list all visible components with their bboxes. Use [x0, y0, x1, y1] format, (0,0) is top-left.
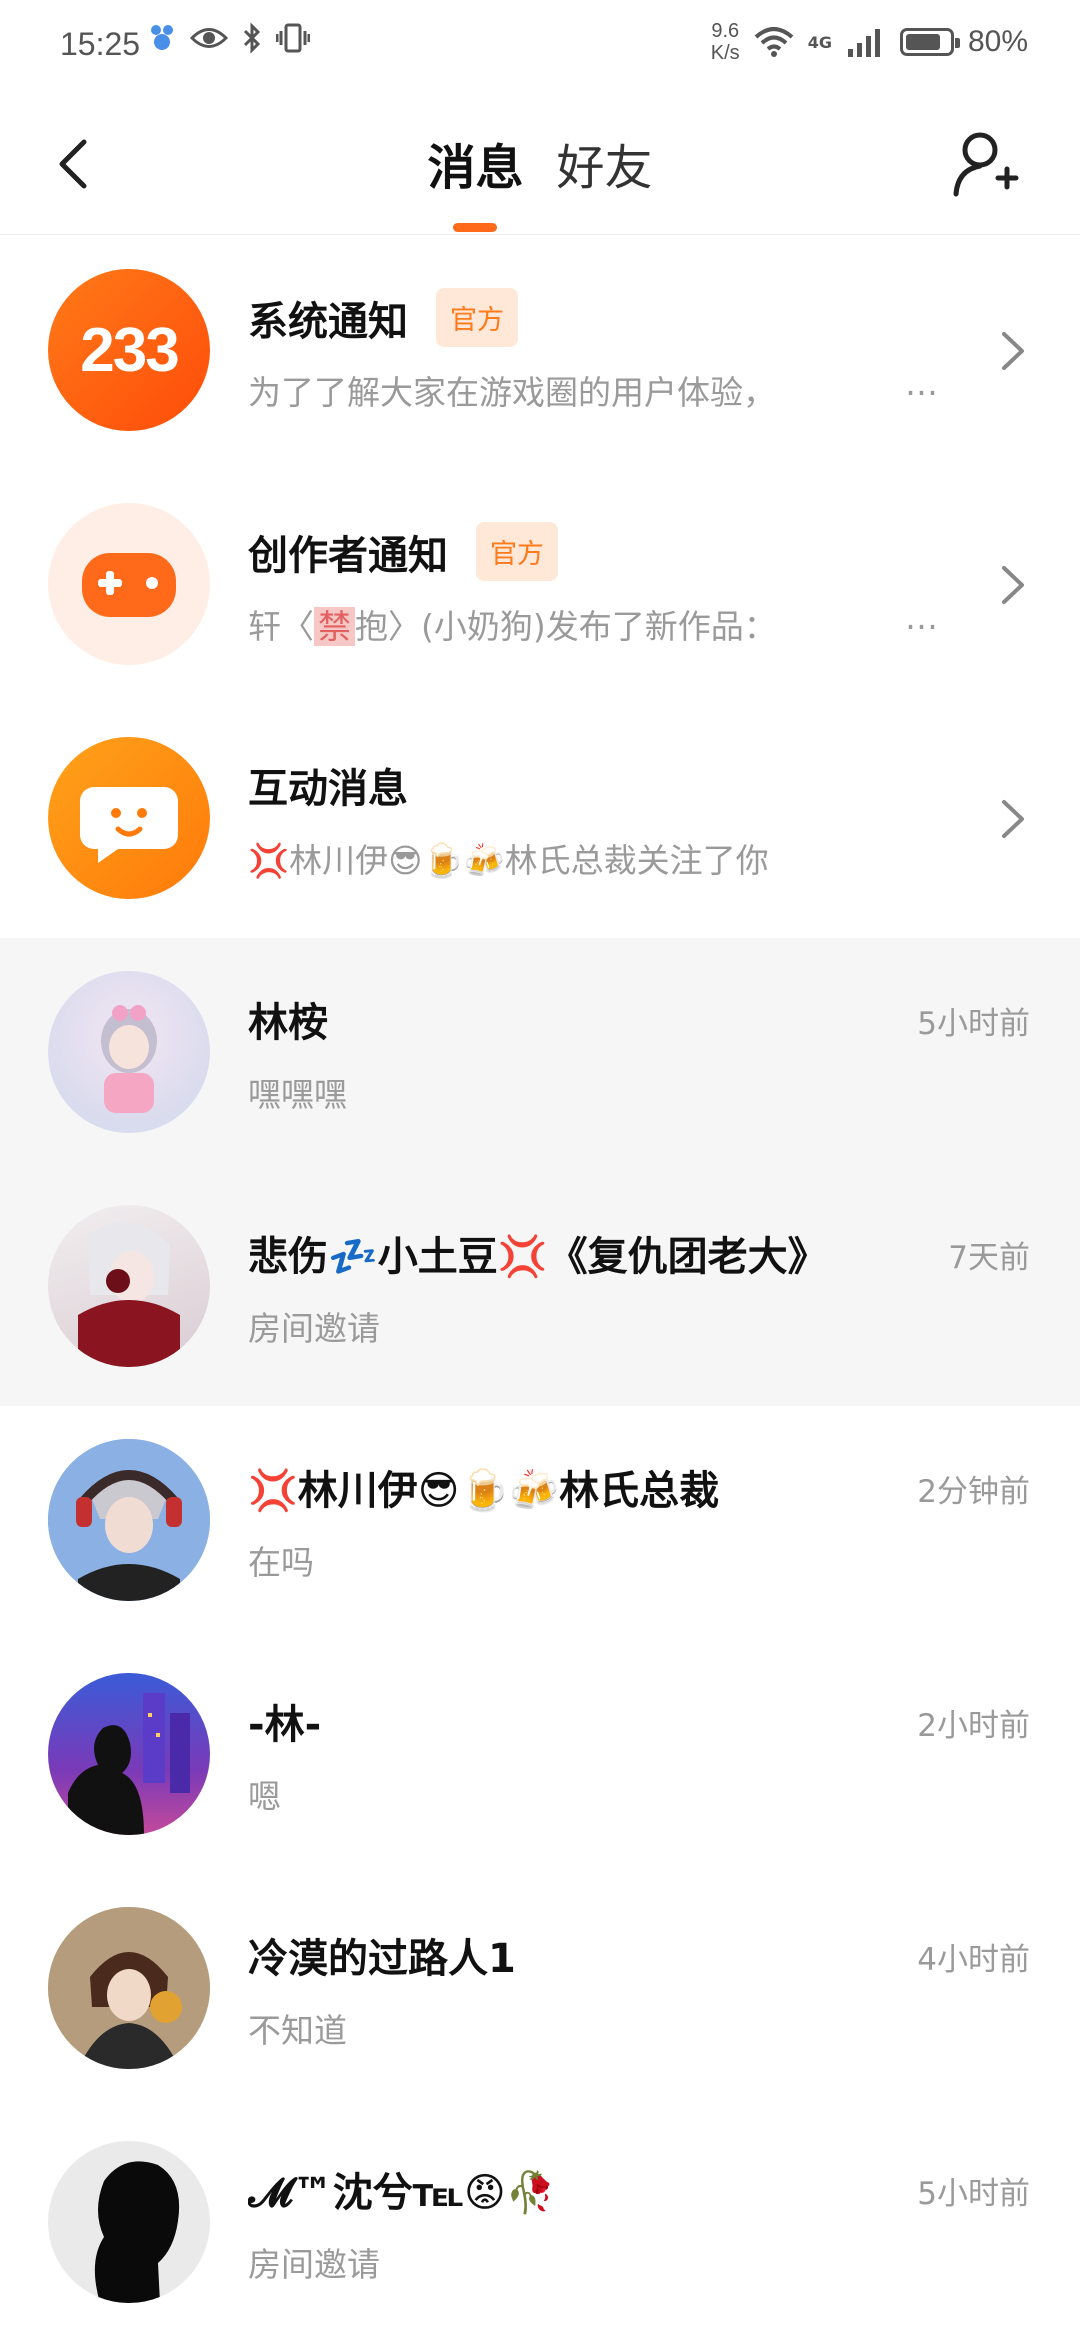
- chat-row[interactable]: 𝓜™沈兮℡😡🥀 房间邀请 5小时前: [0, 2108, 1080, 2342]
- avatar: [48, 971, 210, 1133]
- chat-name: 冷漠的过路人1: [248, 1936, 516, 1982]
- app-notification-icon: [151, 25, 173, 50]
- row-title: 系统通知 官方: [248, 288, 518, 347]
- chat-preview: 不知道: [248, 2011, 347, 2050]
- chat-preview: 房间邀请: [248, 1309, 380, 1348]
- creator-notification-avatar: [48, 503, 210, 665]
- net-speed: 9.6 K/s: [710, 20, 740, 64]
- row-preview: 轩〈禁抱〉(小奶狗)发布了新作品：: [248, 607, 777, 646]
- chat-name: 悲伤💤小土豆💢《复仇团老大》: [248, 1234, 828, 1280]
- chevron-right-icon: [1002, 566, 1024, 604]
- top-nav: 消息 好友: [0, 92, 1080, 235]
- interaction-messages-avatar: [48, 737, 210, 899]
- row-title: 互动消息: [248, 766, 408, 812]
- row-preview: 💢林川伊😎🍺🍻林氏总裁关注了你: [248, 841, 769, 880]
- avatar: [48, 1673, 210, 1835]
- battery-percent: 80%: [967, 25, 1028, 58]
- chat-row[interactable]: 冷漠的过路人1 不知道 4小时前: [0, 1874, 1080, 2108]
- avatar: [48, 1205, 210, 1367]
- system-notification-row[interactable]: 233 系统通知 官方 为了了解大家在游戏圈的用户体验， …: [0, 236, 1080, 470]
- chat-name: 林桉: [248, 1000, 328, 1046]
- row-preview: 为了了解大家在游戏圈的用户体验，: [248, 373, 776, 412]
- row-title: 创作者通知 官方: [248, 522, 558, 581]
- more-ellipsis: …: [905, 598, 938, 637]
- chat-name: -林-: [248, 1702, 322, 1748]
- chat-preview: 在吗: [248, 1543, 314, 1582]
- gamepad-icon: [82, 553, 176, 617]
- active-tab-indicator: [453, 223, 498, 232]
- chat-time: 2小时前: [917, 1708, 1030, 1744]
- avatar: [48, 1907, 210, 2069]
- chat-time: 4小时前: [917, 1942, 1030, 1978]
- official-badge: 官方: [436, 288, 518, 347]
- wifi-icon: [754, 27, 794, 57]
- chat-preview: 嘿嘿嘿: [248, 1075, 347, 1114]
- chat-preview: 嗯: [248, 1777, 281, 1816]
- chat-time: 5小时前: [917, 2176, 1030, 2212]
- chat-row[interactable]: 💢林川伊😎🍺🍻林氏总裁 在吗 2分钟前: [0, 1406, 1080, 1640]
- chat-row[interactable]: 林桉 嘿嘿嘿 5小时前: [0, 938, 1080, 1172]
- status-time: 15:25: [60, 26, 141, 62]
- interaction-messages-row[interactable]: 互动消息 💢林川伊😎🍺🍻林氏总裁关注了你: [0, 704, 1080, 938]
- vibrate-icon: [276, 23, 310, 53]
- chat-row[interactable]: -林- 嗯 2小时前: [0, 1640, 1080, 1874]
- tab-friends[interactable]: 好友: [557, 128, 653, 198]
- chat-bubble-icon: [80, 787, 178, 863]
- status-bar: 15:25 9.6 K/s 4G 80%: [0, 0, 1080, 92]
- chat-name: 💢林川伊😎🍺🍻林氏总裁: [248, 1468, 720, 1514]
- chevron-right-icon: [1002, 332, 1024, 370]
- add-friend-icon[interactable]: [950, 128, 1020, 198]
- creator-notification-row[interactable]: 创作者通知 官方 轩〈禁抱〉(小奶狗)发布了新作品： …: [0, 470, 1080, 704]
- network-type: 4G: [807, 32, 832, 52]
- chat-name: 𝓜™沈兮℡😡🥀: [248, 2170, 556, 2216]
- tab-messages[interactable]: 消息: [427, 128, 523, 232]
- chat-row[interactable]: 悲伤💤小土豆💢《复仇团老大》 房间邀请 7天前: [0, 1172, 1080, 1406]
- chat-preview: 房间邀请: [248, 2245, 380, 2284]
- chat-time: 7天前: [948, 1240, 1030, 1276]
- more-ellipsis: …: [905, 364, 938, 403]
- avatar: [48, 2141, 210, 2303]
- signal-icon: [847, 29, 880, 57]
- censored-text: 禁: [314, 607, 355, 646]
- battery-icon: [899, 28, 960, 56]
- chat-time: 2分钟前: [917, 1474, 1030, 1510]
- system-notification-avatar: 233: [48, 269, 210, 431]
- avatar: [48, 1439, 210, 1601]
- message-list: 233 系统通知 官方 为了了解大家在游戏圈的用户体验， … 创作者通知 官方 轩〈…: [0, 236, 1080, 2342]
- official-badge: 官方: [476, 522, 558, 581]
- bluetooth-icon: [243, 22, 261, 54]
- eye-icon: [190, 28, 228, 48]
- chevron-right-icon: [1002, 800, 1024, 838]
- tab-bar: 消息 好友: [0, 128, 1080, 232]
- chat-time: 5小时前: [917, 1006, 1030, 1042]
